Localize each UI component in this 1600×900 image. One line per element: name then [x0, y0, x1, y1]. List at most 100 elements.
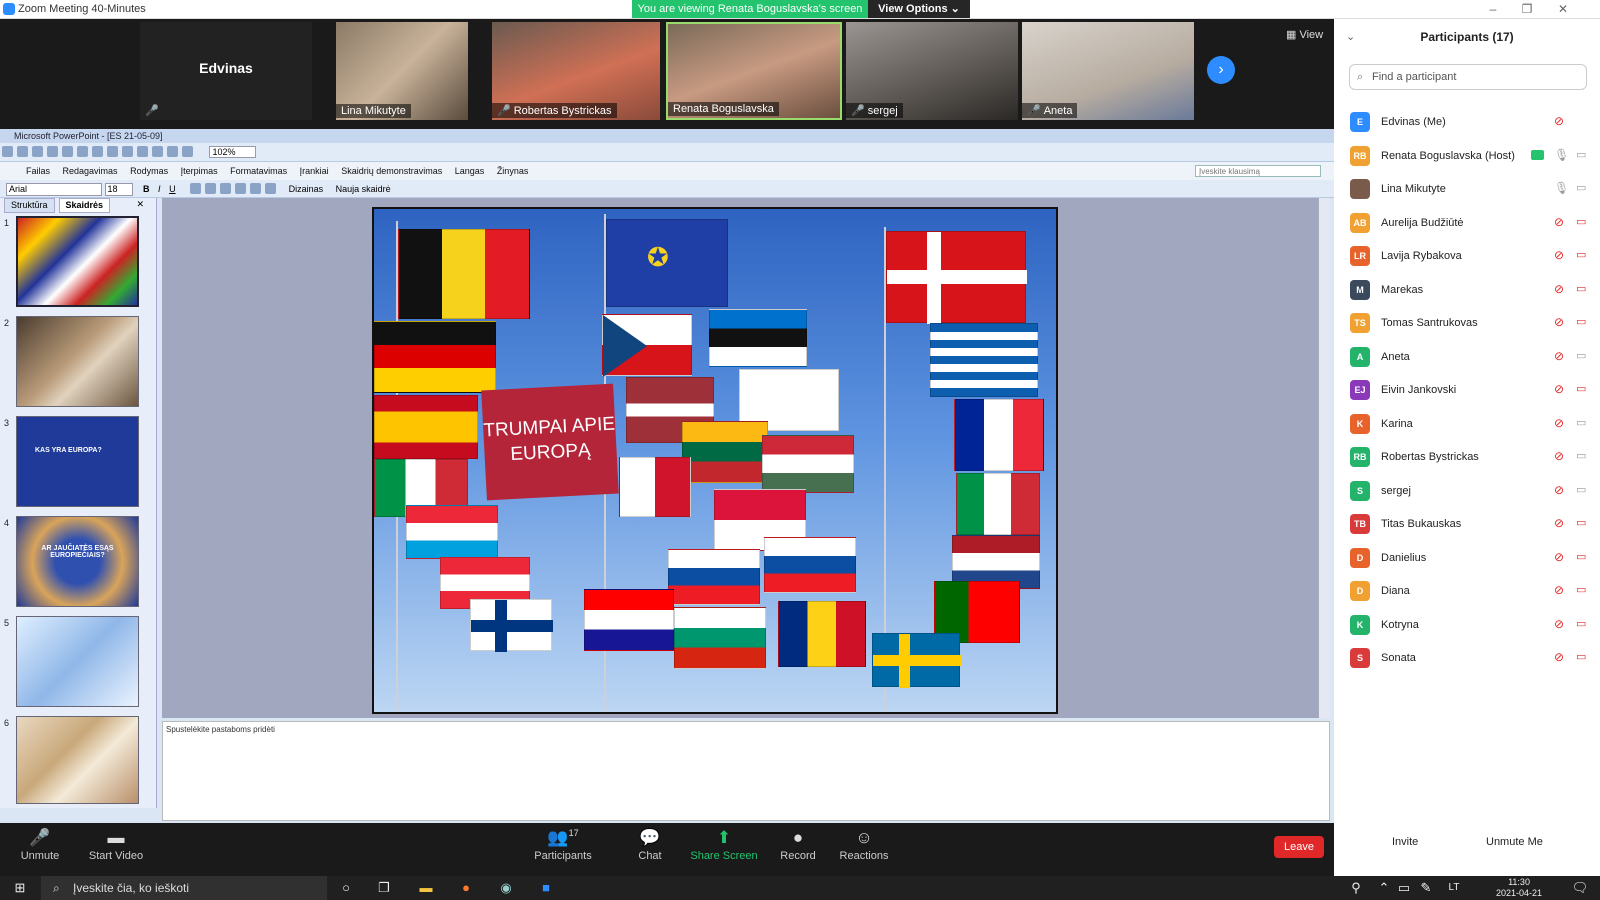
zoom-app-icon[interactable]: ■ — [536, 879, 556, 897]
align-right-icon[interactable] — [220, 183, 232, 194]
cortana-icon[interactable]: ○ — [336, 879, 356, 897]
cut-icon[interactable] — [92, 146, 103, 157]
new-icon[interactable] — [2, 146, 13, 157]
video-tile-edvinas[interactable]: Edvinas 🎤 — [140, 22, 312, 120]
share-screen-button[interactable]: ⬆ Share Screen — [684, 828, 764, 862]
reactions-button[interactable]: ☺ Reactions — [824, 828, 904, 862]
undo-icon[interactable] — [137, 146, 148, 157]
unmute-me-button[interactable]: Unmute Me — [1480, 833, 1549, 851]
slide-thumb-2[interactable] — [16, 316, 139, 407]
start-video-button[interactable]: ▬ Start Video — [76, 828, 156, 862]
participant-row[interactable]: M Marekas ⊘ ▭ — [1334, 275, 1600, 309]
participant-row[interactable]: AB Aurelija Budžiūtė ⊘ ▭ — [1334, 208, 1600, 242]
bullets-icon[interactable] — [235, 183, 247, 194]
design-button[interactable]: Dizainas — [289, 184, 324, 194]
slide-thumb-3[interactable]: KAS YRA EUROPA? — [16, 416, 139, 507]
video-tile-sergej[interactable]: 🎤 sergej — [846, 22, 1018, 120]
menu-insert[interactable]: Įterpimas — [181, 166, 218, 176]
vertical-scrollbar[interactable] — [1318, 198, 1330, 718]
tab-outline[interactable]: Struktūra — [4, 198, 55, 213]
taskbar-search-input[interactable]: ⌕ Įveskite čia, ko ieškoti — [41, 876, 327, 900]
language-indicator[interactable]: LT — [1444, 879, 1464, 897]
font-color-icon[interactable] — [265, 183, 277, 194]
invite-button[interactable]: Invite — [1386, 833, 1424, 851]
chat-button[interactable]: 💬 Chat — [610, 828, 690, 862]
collapse-chevron-icon[interactable]: ⌄ — [1346, 19, 1355, 55]
menu-window[interactable]: Langas — [455, 166, 485, 176]
chart-icon[interactable] — [167, 146, 178, 157]
print-icon[interactable] — [47, 146, 58, 157]
align-left-icon[interactable] — [190, 183, 202, 194]
menu-format[interactable]: Formatavimas — [230, 166, 287, 176]
underline-icon[interactable]: U — [169, 184, 176, 194]
participant-row[interactable]: Ssergej ⊘ ▭ — [1334, 476, 1600, 510]
close-icon[interactable]: ✕ — [1548, 2, 1578, 16]
participant-row[interactable]: RB Robertas Bystrickas ⊘ ▭ — [1334, 442, 1600, 476]
participant-row[interactable]: TB Titas Bukauskas ⊘ ▭ — [1334, 509, 1600, 543]
participant-row[interactable]: LR Lavija Rybakova ⊘ ▭ — [1334, 241, 1600, 275]
participant-row[interactable]: K Kotryna ⊘ ▭ — [1334, 610, 1600, 644]
notes-pane[interactable]: Spustelėkite pastaboms pridėti — [162, 721, 1330, 821]
steam-icon[interactable]: ◉ — [496, 879, 516, 897]
preview-icon[interactable] — [62, 146, 73, 157]
pane-close-icon[interactable]: ✕ — [130, 198, 150, 211]
participant-row[interactable]: K Karina ⊘ ▭ — [1334, 409, 1600, 443]
video-tile-robertas[interactable]: 🎤 Robertas Bystrickas — [492, 22, 660, 120]
notification-icon[interactable]: 🗨 — [1570, 879, 1590, 897]
file-explorer-icon[interactable]: ▬ — [416, 879, 436, 897]
save-icon[interactable] — [32, 146, 43, 157]
network-icon[interactable]: ▭ — [1394, 879, 1414, 897]
redo-icon[interactable] — [152, 146, 163, 157]
slide-thumb-4[interactable]: AR JAUČIATĖS ESĄS EUROPIEČIAIS? — [16, 516, 139, 607]
slide-thumb-5[interactable] — [16, 616, 139, 707]
clock[interactable]: 11:30 2021-04-21 — [1496, 877, 1542, 899]
leave-button[interactable]: Leave — [1274, 836, 1324, 858]
participant-row[interactable]: RB Renata Boguslavska (Host) 🎙 ▭ — [1334, 141, 1600, 175]
font-select[interactable]: Arial — [6, 183, 102, 196]
ask-question-input[interactable]: Įveskite klausimą — [1195, 165, 1321, 177]
participant-row[interactable]: Lina Mikutyte 🎙 ▭ — [1334, 174, 1600, 208]
menu-edit[interactable]: Redagavimas — [63, 166, 118, 176]
participant-row[interactable]: D Danielius ⊘ ▭ — [1334, 543, 1600, 577]
slide-thumb-6[interactable] — [16, 716, 139, 804]
bold-icon[interactable]: B — [143, 184, 150, 194]
zoom-select[interactable]: 102% — [209, 146, 257, 158]
minimize-icon[interactable]: – — [1478, 2, 1508, 16]
participants-button[interactable]: 👥17 Participants — [523, 828, 603, 862]
tab-slides[interactable]: Skaidrės — [58, 198, 111, 213]
italic-icon[interactable]: I — [158, 184, 161, 194]
menu-file[interactable]: Failas — [26, 166, 50, 176]
numbering-icon[interactable] — [250, 183, 262, 194]
open-icon[interactable] — [17, 146, 28, 157]
video-tile-aneta[interactable]: 🎤 Aneta — [1022, 22, 1194, 120]
menu-tools[interactable]: Įrankiai — [300, 166, 329, 176]
task-view-icon[interactable]: ❐ — [374, 879, 394, 897]
unmute-button[interactable]: 🎤 Unmute — [0, 828, 80, 862]
find-participant-input[interactable]: ⌕ Find a participant — [1349, 64, 1587, 90]
paste-icon[interactable] — [122, 146, 133, 157]
new-slide-button[interactable]: Nauja skaidrė — [336, 184, 391, 194]
participant-row[interactable]: S Sonata ⊘ ▭ — [1334, 643, 1600, 677]
slide-thumb-1[interactable] — [16, 216, 139, 307]
pen-icon[interactable]: ✎ — [1416, 879, 1436, 897]
view-options-button[interactable]: View Options ⌄ — [868, 0, 970, 18]
menu-slideshow[interactable]: Skaidrių demonstravimas — [341, 166, 442, 176]
participant-row[interactable]: TS Tomas Santrukovas ⊘ ▭ — [1334, 308, 1600, 342]
video-tile-lina[interactable]: Lina Mikutyte — [336, 22, 468, 120]
restore-icon[interactable]: ❐ — [1512, 2, 1542, 16]
gallery-next-icon[interactable]: › — [1207, 56, 1235, 84]
participant-row[interactable]: EJ Eivin Jankovski ⊘ ▭ — [1334, 375, 1600, 409]
size-select[interactable]: 18 — [104, 183, 133, 196]
current-slide[interactable]: ✪ TRUMPAI APIE EUROPĄ — [372, 207, 1058, 714]
windows-start-icon[interactable]: ⊞ — [10, 879, 30, 897]
people-icon[interactable]: ⚲ — [1346, 879, 1366, 897]
tray-chevron-icon[interactable]: ⌃ — [1374, 879, 1394, 897]
spelling-icon[interactable] — [77, 146, 88, 157]
view-button[interactable]: ▦ View — [1286, 28, 1323, 41]
copy-icon[interactable] — [107, 146, 118, 157]
firefox-icon[interactable]: ● — [456, 879, 476, 897]
participant-row[interactable]: A Aneta ⊘ ▭ — [1334, 342, 1600, 376]
participant-row[interactable]: E Edvinas (Me) ⊘ — [1334, 107, 1600, 141]
align-center-icon[interactable] — [205, 183, 217, 194]
menu-help[interactable]: Žinynas — [497, 166, 529, 176]
